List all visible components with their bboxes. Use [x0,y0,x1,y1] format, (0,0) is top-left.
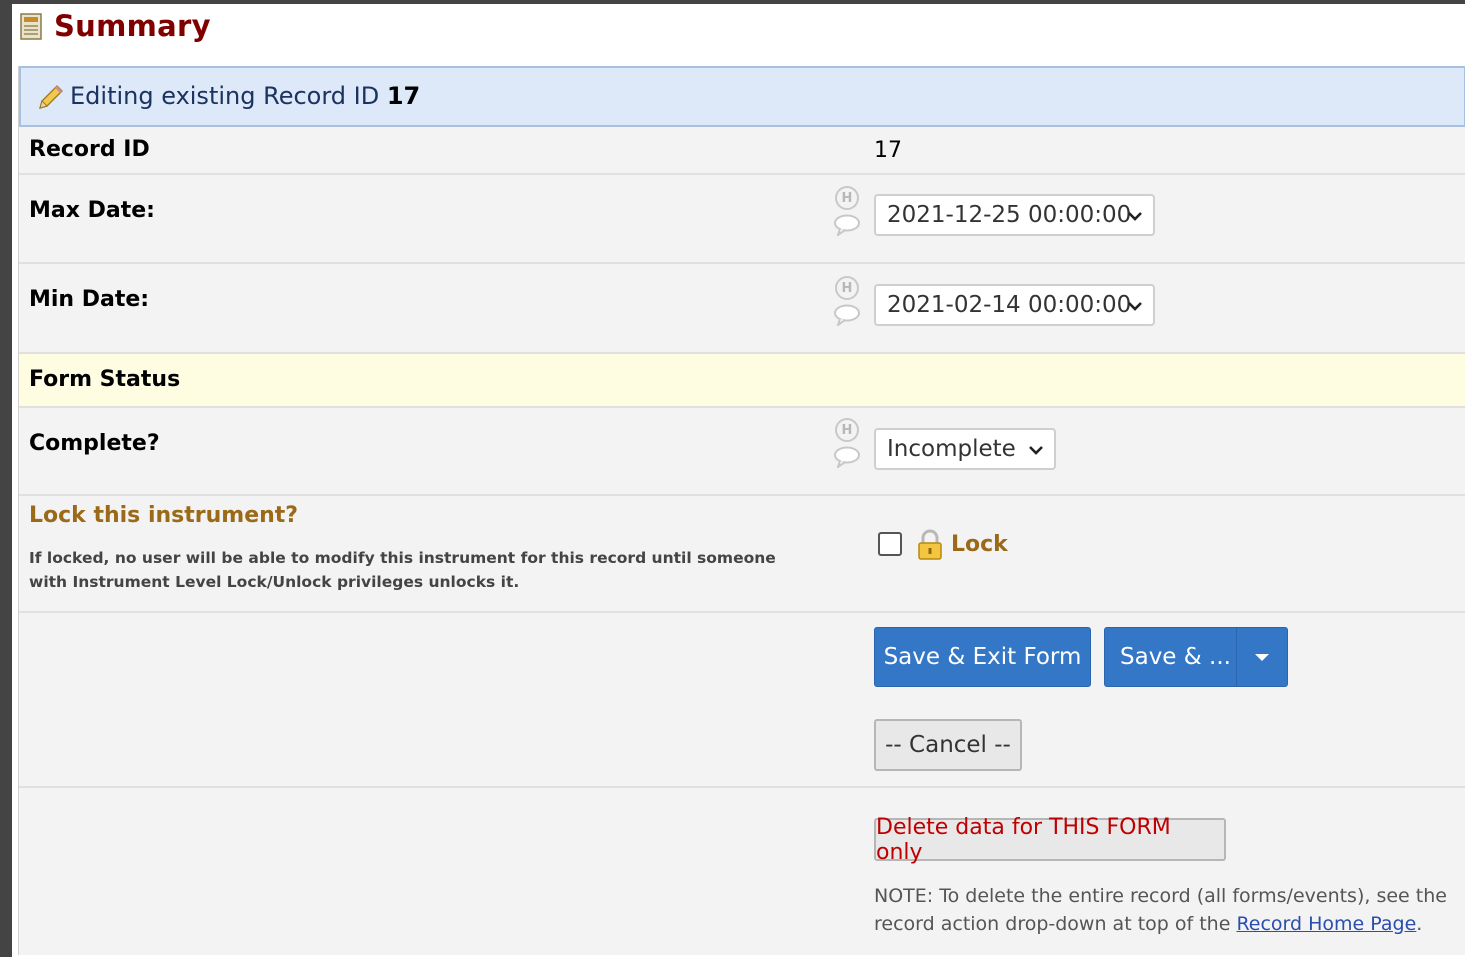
history-icon[interactable]: H [835,186,859,210]
comment-icon[interactable] [833,304,861,328]
field-tools: H [833,276,861,330]
record-home-page-link[interactable]: Record Home Page [1236,913,1416,935]
record-id-label: Record ID [29,137,150,162]
caret-down-icon [1255,653,1269,661]
max-date-label: Max Date: [29,198,155,223]
complete-status-select[interactable]: Incomplete [874,428,1056,470]
lock-row: Lock this instrument? If locked, no user… [19,496,1465,613]
complete-status-value: Incomplete [887,436,1016,462]
lock-checkbox[interactable] [878,532,902,556]
save-options-button[interactable]: Save & ... [1104,627,1288,687]
min-date-value: 2021-02-14 00:00:00 [887,292,1132,318]
editing-record-text: Editing existing Record ID 17 [70,82,421,110]
save-options-label: Save & ... [1120,644,1231,670]
save-exit-form-button[interactable]: Save & Exit Form [874,627,1091,687]
save-buttons-row: Save & Exit Form Save & ... -- Cancel -- [19,613,1465,788]
record-id-value: 17 [874,138,902,163]
form-status-header: Form Status [19,354,1465,408]
complete-label: Complete? [29,431,160,456]
comment-icon[interactable] [833,214,861,238]
max-date-row: Max Date: H 2021-12-25 00:00:00 [19,175,1465,264]
field-tools: H [833,186,861,240]
editing-record-banner: Editing existing Record ID 17 [19,66,1465,127]
form-table: Editing existing Record ID 17 Record ID … [18,66,1465,955]
max-date-select[interactable]: 2021-12-25 00:00:00 [874,194,1155,236]
chevron-down-icon [1128,302,1142,311]
complete-row: Complete? H Incomplete [19,408,1465,496]
form-icon [20,13,42,40]
record-id-row: Record ID 17 [19,127,1465,175]
comment-icon[interactable] [833,446,861,470]
max-date-value: 2021-12-25 00:00:00 [887,202,1132,228]
editing-record-id: 17 [386,82,421,110]
history-icon[interactable]: H [835,418,859,442]
min-date-label: Min Date: [29,287,150,312]
chevron-down-icon [1128,212,1142,221]
chevron-down-icon [1029,446,1043,455]
delete-note: NOTE: To delete the entire record (all f… [874,882,1454,938]
padlock-icon [918,529,942,560]
lock-title: Lock this instrument? [29,503,299,528]
delete-form-data-button[interactable]: Delete data for THIS FORM only [874,815,1226,865]
delete-row: Delete data for THIS FORM only NOTE: To … [19,788,1465,955]
cancel-button[interactable]: -- Cancel -- [874,719,1022,771]
form-status-label: Form Status [29,367,181,392]
history-icon[interactable]: H [835,276,859,300]
window-frame-top [0,0,1465,4]
lock-note: If locked, no user will be able to modif… [29,549,776,591]
min-date-row: Min Date: H 2021-02-14 00:00:00 [19,264,1465,354]
page-header: Summary [20,6,211,46]
window-frame-left [0,0,12,957]
lock-label[interactable]: Lock [951,532,1008,557]
save-options-dropdown-toggle[interactable] [1236,628,1287,686]
page-title: Summary [54,9,211,43]
field-tools: H [833,418,861,472]
delete-note-suffix: . [1416,913,1423,935]
pencil-icon [39,85,63,109]
min-date-select[interactable]: 2021-02-14 00:00:00 [874,284,1155,326]
